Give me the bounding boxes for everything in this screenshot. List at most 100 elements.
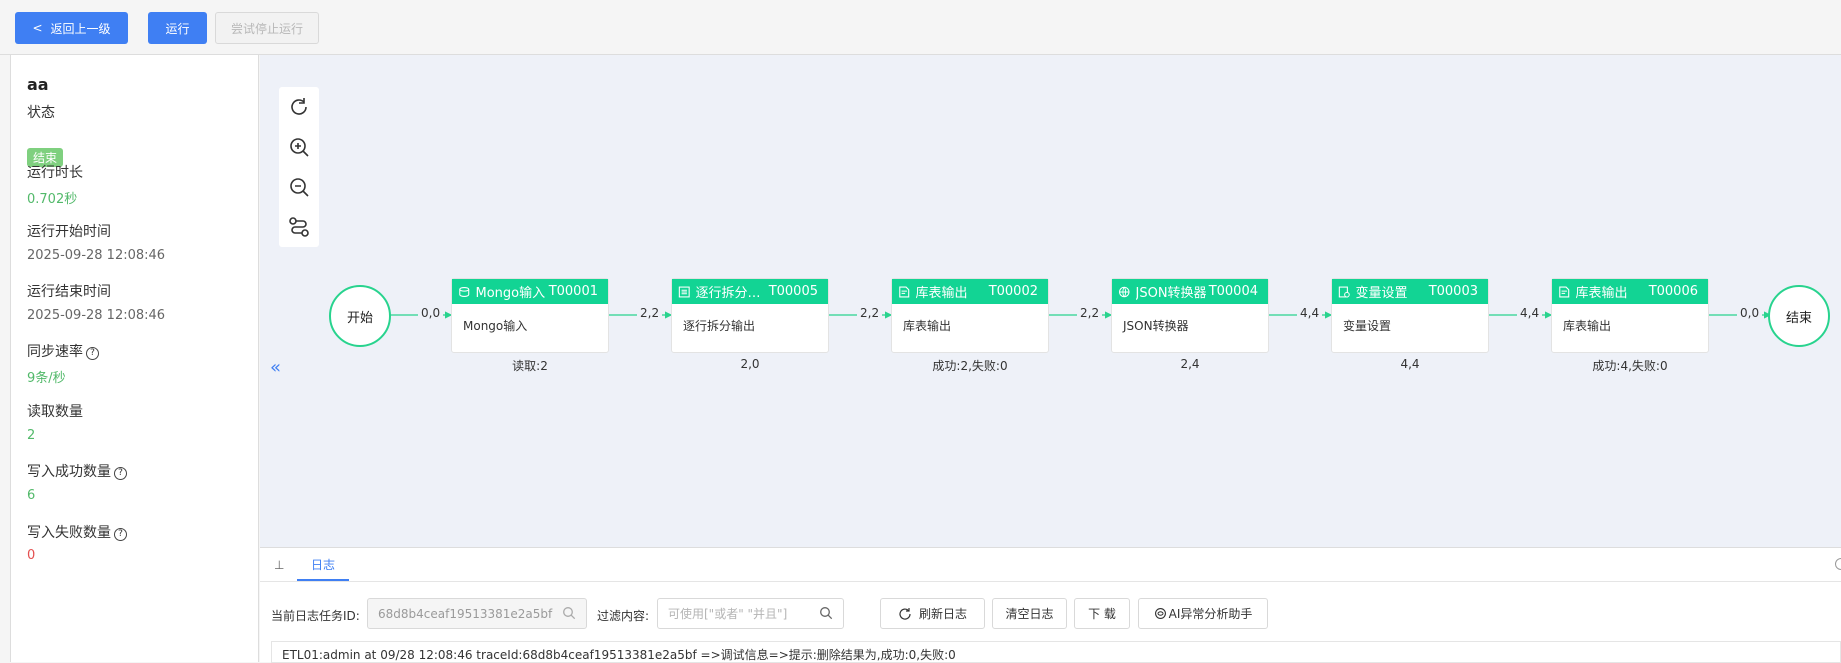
log-panel: ⊥ 日志 当前日志任务ID: 68d8b4ceaf19513381e2a5bf …: [260, 547, 1841, 663]
write-fail-row: 写入失败数量?: [27, 522, 127, 542]
node-code: T00001: [548, 284, 598, 299]
start-time-label: 运行开始时间: [27, 224, 111, 240]
sync-rate-value: 9条/秒: [27, 371, 66, 386]
node-stat: 成功:4,失败:0: [1592, 359, 1668, 373]
write-fail-value: 0: [27, 548, 36, 563]
edge-label: 0,0: [1737, 306, 1763, 320]
duration-value: 0.702秒: [27, 192, 78, 207]
flow-node-T00001[interactable]: Mongo输入 T00001 Mongo输入: [451, 278, 609, 353]
flow-node-T00004[interactable]: JSON转换器 T00004 JSON转换器: [1111, 278, 1269, 353]
download-button[interactable]: 下 载: [1074, 598, 1130, 629]
chevron-left-icon: <: [32, 21, 43, 35]
node-header: JSON转换器 T00004: [1112, 279, 1268, 304]
task-id-label: 当前日志任务ID:: [271, 609, 360, 623]
status-label: 状态: [27, 105, 55, 121]
filter-label: 过滤内容:: [597, 609, 650, 623]
download-tab-icon[interactable]: ⊥: [274, 558, 284, 572]
filter-input[interactable]: 可使用["或者" "并且"]: [657, 598, 844, 629]
node-name: JSON转换器: [1135, 286, 1207, 301]
node-body: 变量设置: [1343, 319, 1392, 333]
node-body: JSON转换器: [1123, 319, 1189, 333]
table-output-icon: [899, 286, 910, 297]
help-icon[interactable]: ?: [86, 347, 99, 360]
refresh-log-button[interactable]: 刷新日志: [880, 598, 985, 629]
edge-label: 2,2: [857, 306, 883, 320]
node-header: 变量设置 T00003: [1332, 279, 1488, 304]
end-time-label: 运行结束时间: [27, 284, 111, 300]
node-stat: 2,0: [740, 357, 760, 371]
search-icon[interactable]: [819, 606, 833, 620]
node-code: T00003: [1428, 284, 1478, 299]
node-header: 库表输出 T00006: [1552, 279, 1708, 304]
read-count-value: 2: [27, 428, 36, 443]
node-name: 库表输出: [1575, 286, 1628, 301]
stop-button[interactable]: 尝试停止运行: [215, 12, 319, 44]
flow-node-T00005[interactable]: 逐行拆分输出 T00005 逐行拆分输出: [671, 278, 829, 353]
end-time-value: 2025-09-28 12:08:46: [27, 308, 166, 323]
edge-label: 2,2: [1077, 306, 1103, 320]
task-id-input: 68d8b4ceaf19513381e2a5bf: [367, 598, 587, 629]
ai-assistant-button[interactable]: AI异常分析助手: [1138, 598, 1268, 629]
node-body: 库表输出: [1563, 319, 1612, 333]
flow-node-T00003[interactable]: 变量设置 T00003 变量设置: [1331, 278, 1489, 353]
node-header: 逐行拆分输出 T00005: [672, 279, 828, 304]
help-icon[interactable]: ?: [114, 528, 127, 541]
node-body: Mongo输入: [463, 319, 528, 333]
edge-label: 4,4: [1517, 306, 1543, 320]
node-name: Mongo输入: [475, 286, 546, 301]
top-toolbar: < 返回上一级 运行 尝试停止运行: [0, 0, 1841, 55]
sync-rate-label: 同步速率: [27, 344, 83, 360]
json-icon: [1118, 286, 1130, 297]
database-icon: [459, 286, 470, 297]
node-name: 逐行拆分输出: [695, 286, 769, 301]
node-code: T00005: [768, 284, 818, 299]
node-header: 库表输出 T00002: [892, 279, 1048, 304]
log-line: ETL01:admin at 09/28 12:08:46 traceId:68…: [271, 641, 1841, 663]
filter-placeholder: 可使用["或者" "并且"]: [668, 607, 788, 621]
refresh-icon: [899, 607, 911, 620]
write-fail-label: 写入失败数量: [27, 525, 111, 541]
node-body: 库表输出: [903, 319, 952, 333]
variable-icon: [1338, 286, 1350, 297]
tab-divider: [260, 581, 1841, 582]
edge-label: 2,2: [637, 306, 663, 320]
run-info-panel: aa 状态 结束 运行时长 0.702秒 运行开始时间 2025-09-28 1…: [10, 55, 259, 662]
node-stat: 2,4: [1180, 357, 1200, 371]
table-output-icon: [1559, 286, 1570, 297]
node-code: T00004: [1208, 284, 1258, 299]
split-icon: [678, 286, 690, 297]
info-icon[interactable]: [1835, 558, 1841, 570]
flow-node-T00006[interactable]: 库表输出 T00006 库表输出: [1551, 278, 1709, 353]
help-icon[interactable]: ?: [114, 467, 127, 480]
start-time-value: 2025-09-28 12:08:46: [27, 248, 166, 263]
flow-canvas[interactable]: « 开始 结束 0,0 2,2 2,2 2,2 4,4 4,4 0,0 Mong…: [260, 55, 1841, 547]
flow-node-T00002[interactable]: 库表输出 T00002 库表输出: [891, 278, 1049, 353]
back-button[interactable]: < 返回上一级: [15, 12, 128, 44]
start-node[interactable]: 开始: [329, 285, 391, 347]
task-id-value: 68d8b4ceaf19513381e2a5bf: [378, 606, 553, 621]
search-icon: [563, 607, 576, 620]
sync-rate-row: 同步速率?: [27, 341, 99, 361]
node-header: Mongo输入 T00001: [452, 279, 608, 304]
read-count-label: 读取数量: [27, 404, 83, 420]
edge-label: 0,0: [418, 306, 444, 320]
node-stat: 读取:2: [512, 359, 548, 373]
end-node[interactable]: 结束: [1768, 285, 1830, 347]
tab-log[interactable]: 日志: [297, 548, 350, 581]
edge-label: 4,4: [1297, 306, 1323, 320]
node-code: T00002: [988, 284, 1038, 299]
run-button[interactable]: 运行: [148, 12, 207, 44]
node-stat: 成功:2,失败:0: [932, 359, 1008, 373]
node-stat: 4,4: [1400, 357, 1420, 371]
duration-label: 运行时长: [27, 165, 83, 181]
ai-icon: [1154, 608, 1166, 619]
write-success-row: 写入成功数量?: [27, 461, 127, 481]
node-code: T00006: [1648, 284, 1698, 299]
job-name: aa: [27, 75, 49, 94]
write-success-label: 写入成功数量: [27, 464, 111, 480]
clear-log-button[interactable]: 清空日志: [992, 598, 1067, 629]
node-name: 变量设置: [1355, 286, 1408, 301]
node-name: 库表输出: [915, 286, 968, 301]
write-success-value: 6: [27, 488, 36, 503]
node-body: 逐行拆分输出: [683, 319, 756, 333]
